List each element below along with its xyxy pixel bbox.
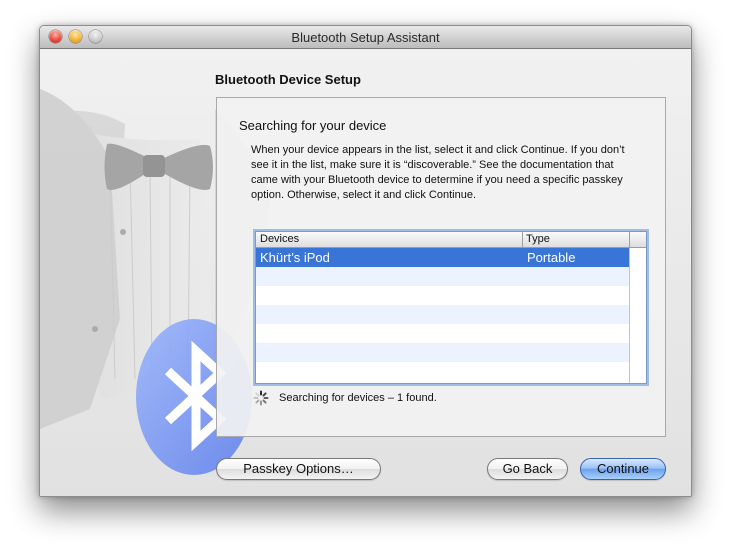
continue-button[interactable]: Continue — [580, 458, 666, 480]
devices-table[interactable]: Devices Type Khürt’s iPod Portable — [255, 231, 647, 384]
instructions-text: When your device appears in the list, se… — [251, 144, 625, 201]
passkey-options-button[interactable]: Passkey Options… — [216, 458, 381, 480]
empty-row — [256, 343, 629, 362]
empty-row — [256, 286, 629, 305]
table-rows: Khürt’s iPod Portable — [256, 248, 629, 381]
column-header-type[interactable]: Type — [526, 233, 550, 245]
empty-row — [256, 305, 629, 324]
device-name-cell: Khürt’s iPod — [260, 250, 330, 265]
empty-row — [256, 324, 629, 343]
column-header-devices[interactable]: Devices — [260, 233, 299, 245]
device-type-cell: Portable — [527, 250, 576, 265]
empty-row — [256, 267, 629, 286]
column-separator — [629, 232, 630, 247]
table-vertical-scrollbar[interactable] — [629, 248, 646, 383]
empty-row — [256, 362, 629, 381]
panel-heading: Searching for your device — [239, 118, 387, 133]
status-text: Searching for devices – 1 found. — [279, 392, 437, 404]
title-bar[interactable]: Bluetooth Setup Assistant — [40, 26, 691, 49]
setup-assistant-window: Bluetooth Setup Assistant Bluetooth Devi… — [39, 25, 692, 497]
section-title: Bluetooth Device Setup — [215, 72, 361, 87]
go-back-button[interactable]: Go Back — [487, 458, 568, 480]
table-header: Devices Type — [256, 232, 646, 248]
column-separator — [522, 232, 523, 247]
device-search-panel: Searching for your device When your devi… — [216, 97, 666, 437]
window-title: Bluetooth Setup Assistant — [291, 30, 440, 45]
assistant-content: Bluetooth Device Setup Searching for you… — [40, 49, 691, 496]
progress-spinner-icon — [253, 390, 269, 406]
table-row[interactable]: Khürt’s iPod Portable — [256, 248, 629, 267]
